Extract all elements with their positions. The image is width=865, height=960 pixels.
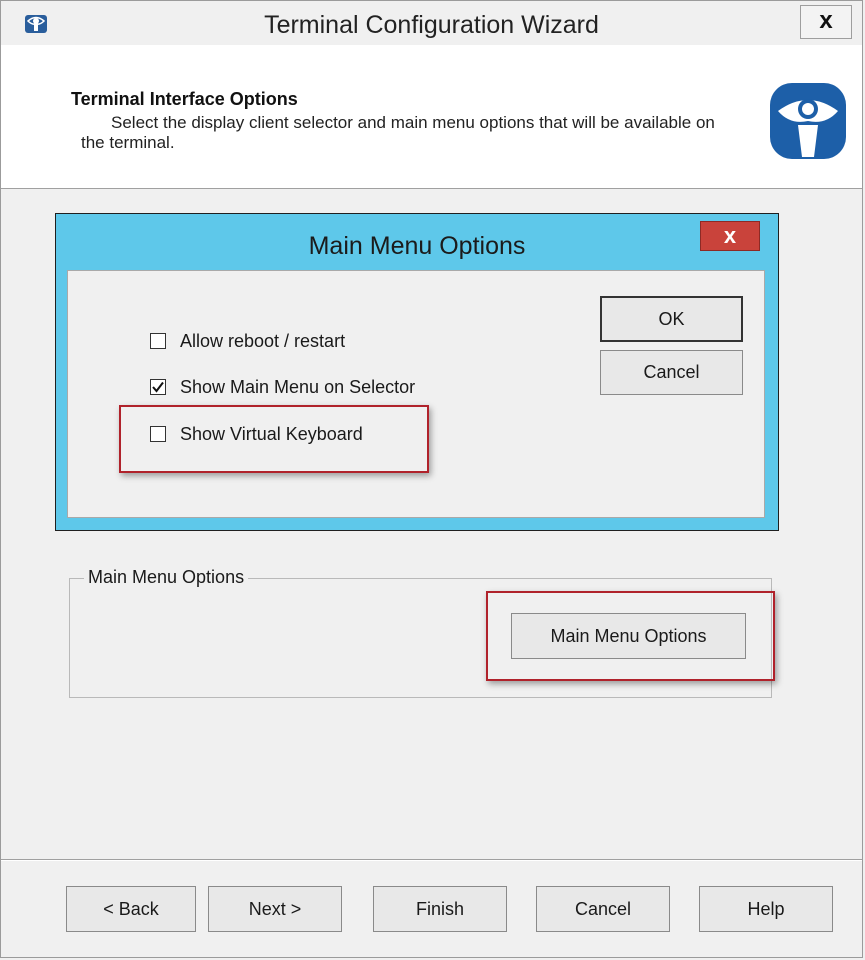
checkbox-allow-reboot[interactable] (150, 333, 166, 349)
group-legend: Main Menu Options (84, 567, 249, 588)
title-bar: Terminal Configuration Wizard x (1, 1, 862, 45)
dialog-title: Main Menu Options (308, 232, 526, 260)
back-button[interactable]: < Back (66, 886, 196, 932)
dialog-body: Allow reboot / restart Show Main Menu on… (67, 270, 765, 518)
next-button[interactable]: Next > (208, 886, 342, 932)
checkbox-show-main-menu[interactable] (150, 379, 166, 395)
window-close-button[interactable]: x (800, 5, 852, 39)
footer-cancel-button[interactable]: Cancel (536, 886, 670, 932)
page-title: Terminal Interface Options (71, 89, 298, 109)
window-title: Terminal Configuration Wizard (264, 11, 599, 39)
wizard-window: Terminal Configuration Wizard x Terminal… (0, 0, 863, 958)
main-menu-options-dialog: Main Menu Options x Allow reboot / resta… (55, 213, 779, 531)
highlight-main-menu-button (486, 591, 775, 681)
option-label: Allow reboot / restart (180, 330, 346, 351)
footer-divider (1, 859, 862, 861)
checkmark-icon (152, 381, 164, 393)
page-description: Select the display client selector and m… (81, 113, 715, 152)
dialog-close-button[interactable]: x (700, 221, 760, 251)
highlight-virtual-keyboard (119, 405, 429, 473)
ok-button[interactable]: OK (600, 296, 743, 342)
wizard-header: Terminal Interface Options Select the di… (1, 45, 862, 189)
cancel-button[interactable]: Cancel (600, 350, 743, 395)
help-button[interactable]: Help (699, 886, 833, 932)
option-show-main-menu[interactable]: Show Main Menu on Selector (150, 376, 415, 398)
finish-button[interactable]: Finish (373, 886, 507, 932)
option-allow-reboot[interactable]: Allow reboot / restart (150, 330, 345, 352)
thinmanager-logo-icon (770, 83, 846, 159)
option-label: Show Main Menu on Selector (180, 376, 416, 397)
